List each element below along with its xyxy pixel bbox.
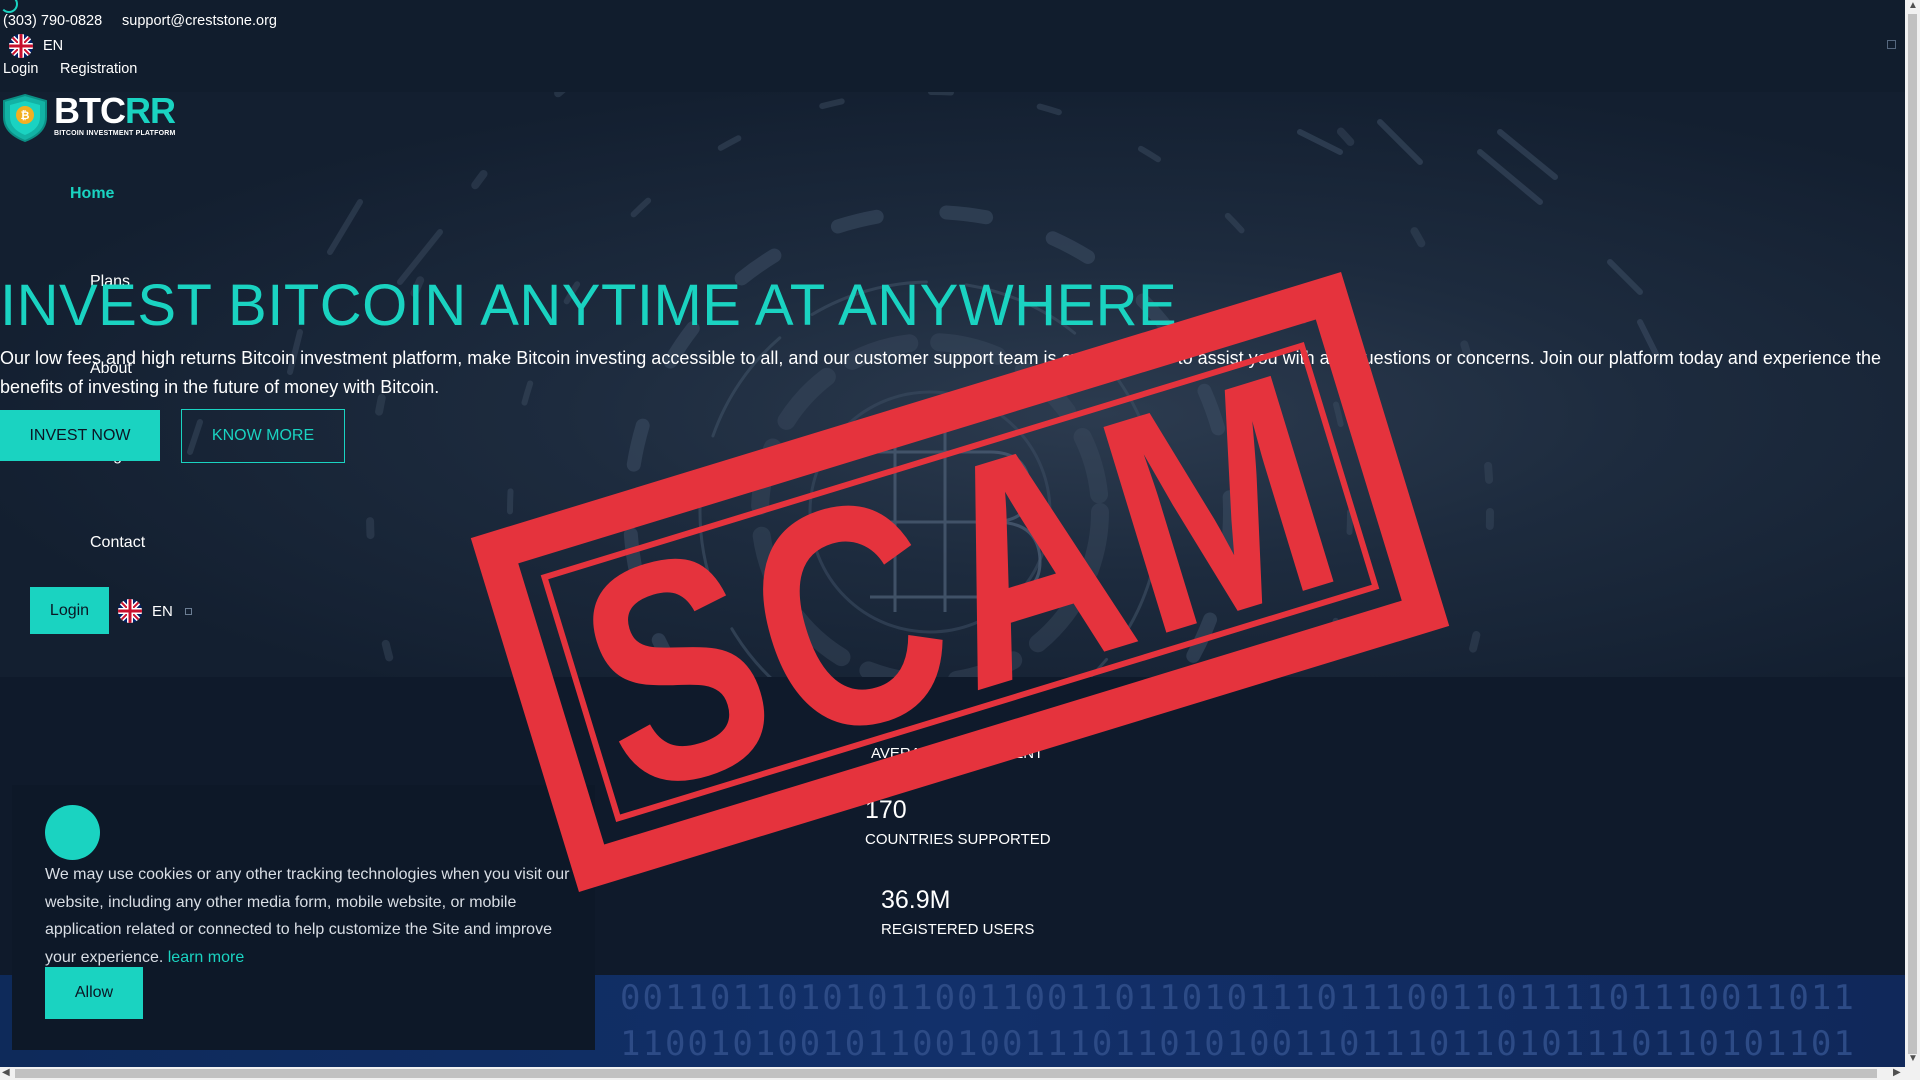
cookie-consent-panel: We may use cookies or any other tracking… xyxy=(12,785,595,1050)
nav-item-contact[interactable]: Contact xyxy=(90,534,145,552)
cookie-message: We may use cookies or any other tracking… xyxy=(45,866,570,966)
hero-title: INVEST BITCOIN ANYTIME AT ANYWHERE xyxy=(0,273,1178,338)
cookie-learn-more-link[interactable]: learn more xyxy=(168,949,244,966)
vertical-scrollbar[interactable]: ▲ ▼ xyxy=(1905,0,1920,1067)
nav-item-home[interactable]: Home xyxy=(70,185,114,203)
vertical-scroll-thumb[interactable] xyxy=(1908,14,1917,1054)
brand-name-part1: BTC xyxy=(54,92,126,131)
menu-toggle-icon[interactable] xyxy=(1887,40,1896,49)
cookie-allow-button[interactable]: Allow xyxy=(45,967,143,1019)
stat-label: COUNTRIES SUPPORTED xyxy=(865,831,1051,848)
brand-name: BTCRR xyxy=(54,93,176,129)
brand-logo[interactable]: ₿ BTCRR BITCOIN INVESTMENT PLATFORM xyxy=(2,93,176,143)
invest-now-button[interactable]: INVEST NOW xyxy=(0,410,160,461)
uk-flag-icon xyxy=(9,34,33,58)
top-registration-link[interactable]: Registration xyxy=(60,61,137,77)
horizontal-scrollbar[interactable]: ◀ ▶ xyxy=(0,1067,1920,1080)
top-login-link[interactable]: Login xyxy=(3,61,38,77)
nav-login-button[interactable]: Login xyxy=(30,587,109,634)
language-selector-top[interactable]: EN xyxy=(9,34,63,58)
nav-language-label: EN xyxy=(152,602,173,620)
know-more-button[interactable]: KNOW MORE xyxy=(181,409,345,463)
cookie-icon xyxy=(45,805,100,860)
uk-flag-icon xyxy=(118,599,142,623)
spinner-icon xyxy=(0,0,18,13)
scroll-right-arrow-icon[interactable]: ▶ xyxy=(1893,1067,1901,1078)
stat-value: 36.9M xyxy=(881,886,951,914)
top-bar: (303) 790-0828 support@creststone.org EN… xyxy=(0,0,1905,93)
stat-label: REGISTERED USERS xyxy=(881,921,1035,938)
stat-countries-supported: 170 COUNTRIES SUPPORTED xyxy=(865,796,1051,848)
svg-text:₿: ₿ xyxy=(21,109,30,122)
support-email[interactable]: support@creststone.org xyxy=(122,13,277,29)
phone-number[interactable]: (303) 790-0828 xyxy=(3,13,102,29)
dropdown-caret-icon xyxy=(184,607,192,615)
stat-value: 170 xyxy=(865,796,907,824)
horizontal-scroll-thumb[interactable] xyxy=(15,1069,1877,1078)
nav-language-selector[interactable]: EN xyxy=(118,599,192,623)
cookie-text: We may use cookies or any other tracking… xyxy=(45,861,570,971)
language-label: EN xyxy=(43,38,64,54)
brand-name-part2: RR xyxy=(125,92,176,131)
scroll-left-arrow-icon[interactable]: ◀ xyxy=(2,1067,10,1078)
stat-registered-users: 36.9M REGISTERED USERS xyxy=(881,886,1034,938)
scroll-up-arrow-icon[interactable]: ▲ xyxy=(1908,0,1918,11)
bitcoin-shield-icon: ₿ xyxy=(3,93,47,143)
brand-tagline: BITCOIN INVESTMENT PLATFORM xyxy=(54,130,176,137)
scroll-down-arrow-icon[interactable]: ▼ xyxy=(1908,1053,1918,1064)
